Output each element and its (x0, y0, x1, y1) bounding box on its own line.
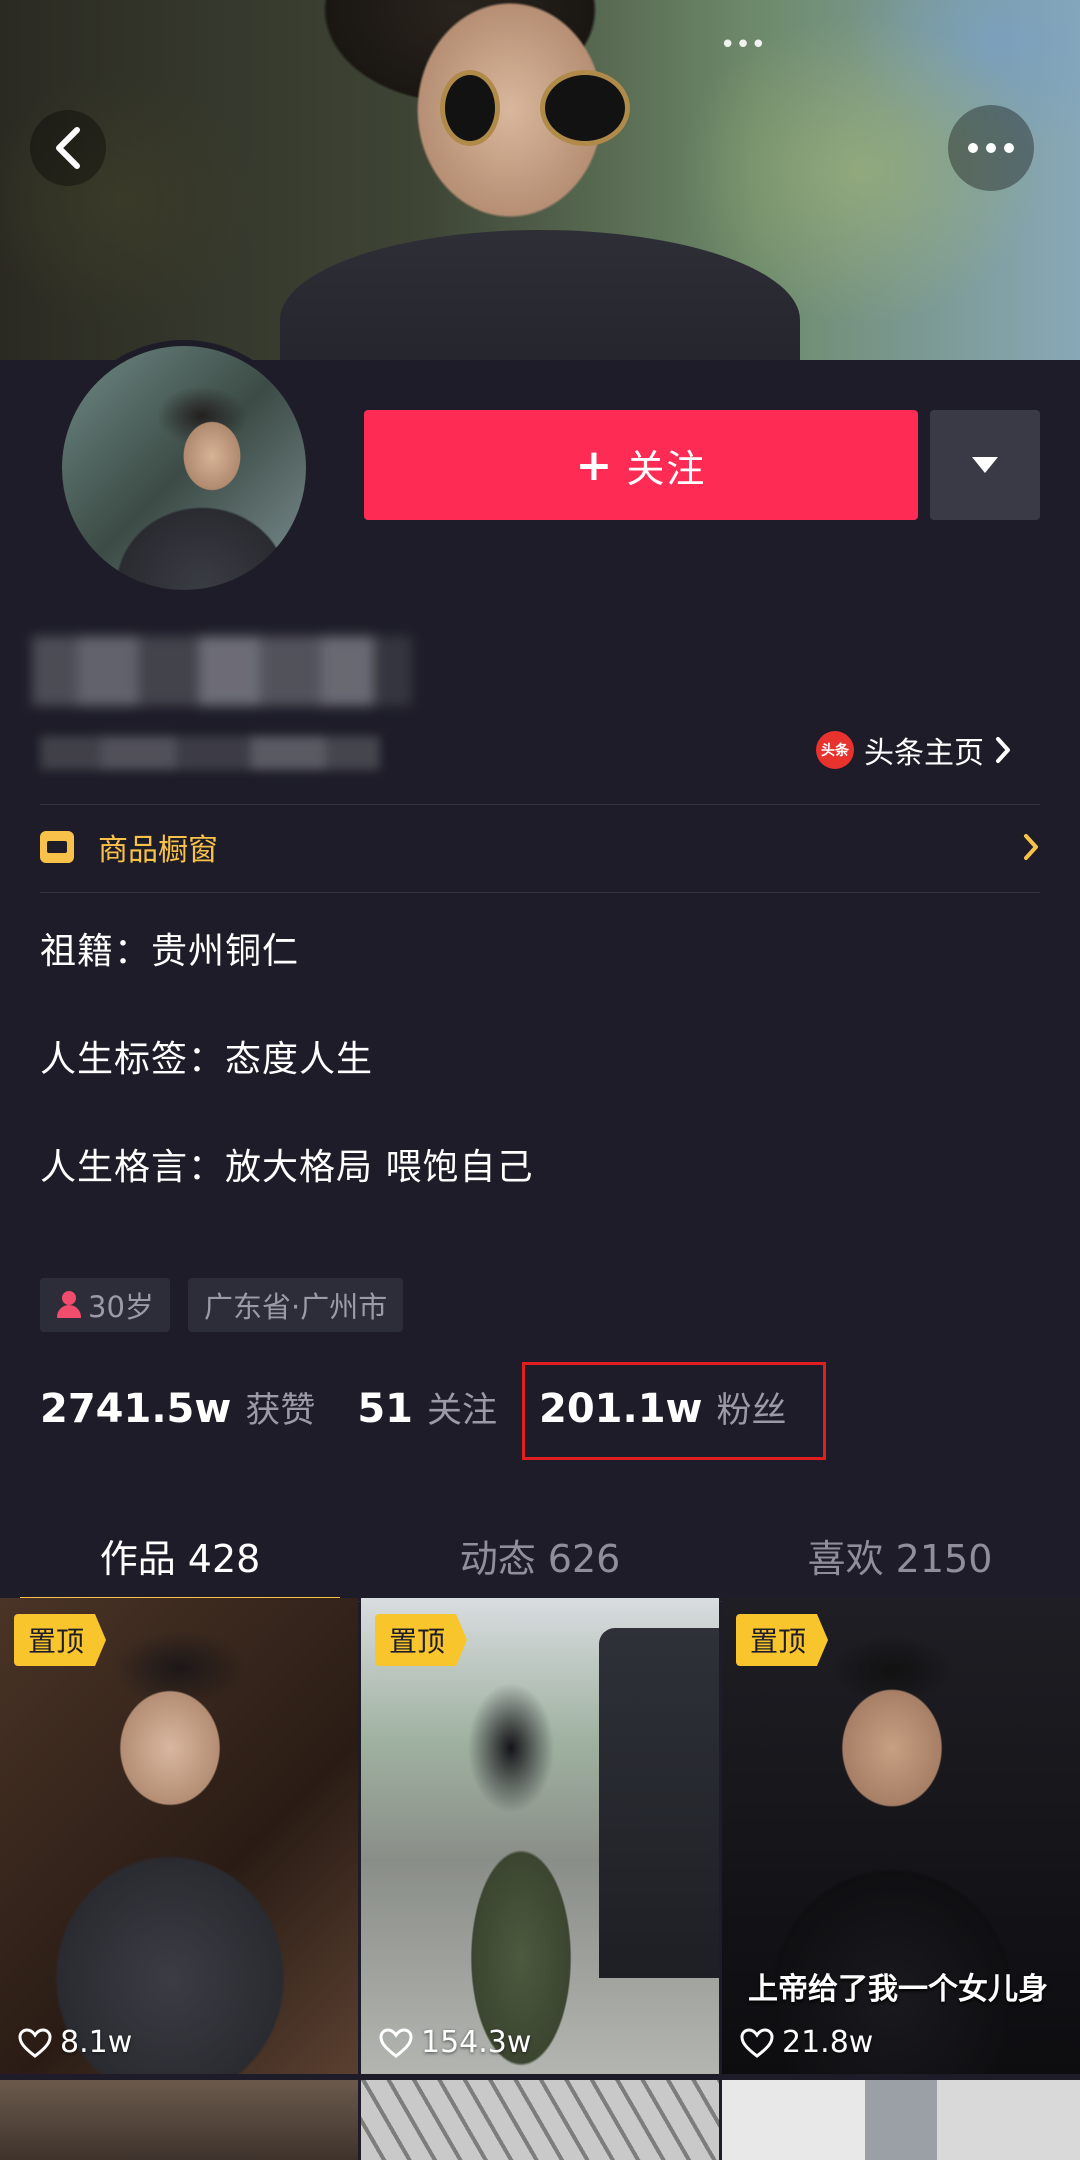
cover-image: ••• (0, 0, 1080, 360)
likes-count: 2741.5w (40, 1385, 232, 1432)
following-stat[interactable]: 51 关注 (357, 1382, 497, 1433)
video-thumbnail[interactable]: 置顶 8.1w (0, 1598, 358, 2074)
video-likes: 154.3w (379, 2025, 531, 2060)
profile-avatar[interactable] (56, 340, 312, 596)
back-button[interactable] (30, 110, 106, 186)
video-likes-count: 8.1w (60, 2025, 133, 2060)
triangle-down-icon (972, 457, 998, 473)
cover-sunglasses (420, 70, 660, 146)
video-caption: 上帝给了我一个女儿身 (748, 1972, 1048, 2007)
username-blurred (32, 636, 412, 706)
chevron-right-icon (1024, 834, 1038, 860)
video-likes: 8.1w (18, 2025, 132, 2060)
bio-hometown: 祖籍：贵州铜仁 (40, 931, 300, 972)
toutiao-link-label: 头条主页 (864, 736, 984, 771)
video-grid: 置顶 8.1w 置顶 154.3w 置顶 上帝给了我一个女儿身 21.8w (0, 1598, 1080, 2160)
likes-stat[interactable]: 2741.5w 获赞 (40, 1382, 315, 1433)
video-likes-count: 154.3w (421, 2025, 532, 2060)
more-options-button[interactable] (948, 105, 1034, 191)
heart-outline-icon (379, 2027, 413, 2058)
divider (40, 892, 1040, 893)
heart-outline-icon (740, 2027, 774, 2058)
tab-moments[interactable]: 动态 626 (360, 1510, 720, 1601)
pinned-badge: 置顶 (736, 1614, 829, 1666)
tab-liked[interactable]: 喜欢 2150 (720, 1510, 1080, 1601)
video-thumbnail[interactable] (361, 2080, 719, 2160)
chevron-right-icon (996, 737, 1010, 763)
product-showcase-label: 商品橱窗 (98, 833, 218, 868)
video-thumbnail[interactable] (722, 2080, 1080, 2160)
location-tag: 广东省·广州市 (188, 1278, 404, 1332)
plus-icon: + (575, 439, 615, 491)
age-tag: 30岁 (40, 1278, 170, 1332)
pinned-badge: 置顶 (14, 1614, 107, 1666)
toutiao-logo-icon: 头条 (816, 731, 854, 769)
fans-highlight-box (522, 1362, 826, 1460)
likes-label: 获赞 (245, 1390, 316, 1431)
bio-tags: 人生标签：态度人生 (40, 1039, 374, 1080)
chevron-left-icon (56, 127, 80, 169)
follow-button-label: 关注 (626, 446, 707, 491)
heart-outline-icon (18, 2027, 52, 2058)
video-thumbnail[interactable]: 置顶 上帝给了我一个女儿身 21.8w (722, 1598, 1080, 2074)
female-user-icon (56, 1291, 82, 1319)
content-tabs: 作品 428 动态 626 喜欢 2150 (0, 1510, 1080, 1603)
location-label: 广东省·广州市 (204, 1290, 388, 1324)
shop-icon (40, 831, 74, 863)
bio-motto: 人生格言：放大格局 喂饱自己 (40, 1147, 534, 1188)
status-bar-indicators: ••• (720, 30, 767, 60)
age-label: 30岁 (88, 1290, 154, 1324)
pinned-badge: 置顶 (375, 1614, 468, 1666)
video-likes-count: 21.8w (782, 2025, 874, 2060)
following-label: 关注 (427, 1390, 498, 1431)
product-showcase-row[interactable]: 商品橱窗 (40, 812, 1040, 882)
tab-works[interactable]: 作品 428 (0, 1510, 360, 1603)
more-horizontal-icon (968, 143, 1014, 153)
follow-button[interactable]: + 关注 (364, 410, 918, 520)
user-id-blurred (40, 736, 380, 770)
video-grid-row-2 (0, 2080, 1080, 2160)
video-thumbnail[interactable] (0, 2080, 358, 2160)
following-count: 51 (357, 1385, 413, 1432)
video-thumbnail[interactable]: 置顶 154.3w (361, 1598, 719, 2074)
divider (40, 804, 1040, 805)
video-likes: 21.8w (740, 2025, 873, 2060)
toutiao-homepage-link[interactable]: 头条 头条主页 (816, 728, 1012, 772)
recommend-dropdown-button[interactable] (930, 410, 1040, 520)
